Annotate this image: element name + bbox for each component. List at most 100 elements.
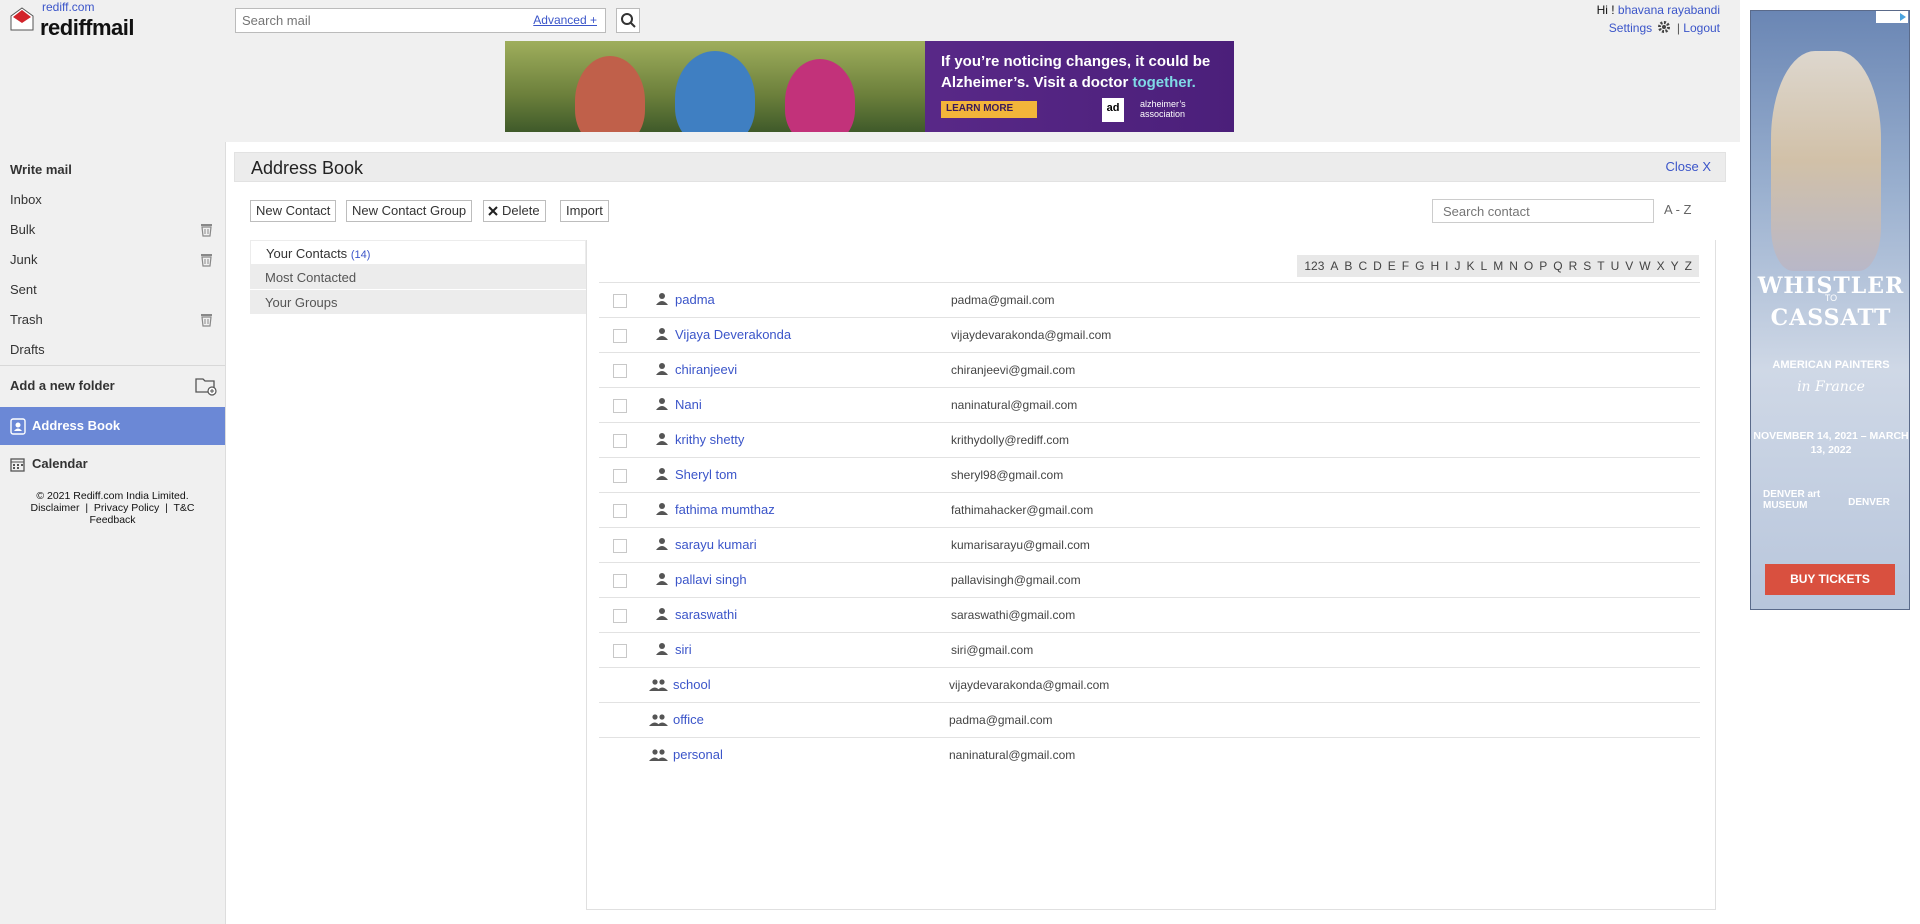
contact-row[interactable]: Nani naninatural@gmail.com bbox=[599, 387, 1700, 422]
alpha-filter-i[interactable]: I bbox=[1442, 259, 1451, 273]
contact-row[interactable]: Vijaya Deverakonda vijaydevarakonda@gmail… bbox=[599, 317, 1700, 352]
contact-row[interactable]: padma padma@gmail.com bbox=[599, 282, 1700, 317]
alpha-filter-l[interactable]: L bbox=[1478, 259, 1491, 273]
contact-name-link[interactable]: padma bbox=[675, 292, 715, 307]
search-button[interactable] bbox=[616, 8, 640, 33]
empty-junk-trash-icon[interactable] bbox=[200, 253, 213, 267]
contact-name-link[interactable]: saraswathi bbox=[675, 607, 737, 622]
alpha-filter-q[interactable]: Q bbox=[1550, 259, 1565, 273]
contact-checkbox[interactable] bbox=[613, 539, 627, 553]
contact-name-link[interactable]: Vijaya Deverakonda bbox=[675, 327, 791, 342]
alpha-filter-y[interactable]: Y bbox=[1668, 259, 1682, 273]
alpha-filter-e[interactable]: E bbox=[1385, 259, 1399, 273]
site-link[interactable]: rediff.com bbox=[42, 0, 94, 14]
side-skyscraper-ad[interactable]: WHISTLER TO CASSATT AMERICAN PAINTERS in… bbox=[1750, 10, 1910, 610]
rediff-logo-icon[interactable] bbox=[9, 6, 35, 32]
alpha-filter-t[interactable]: T bbox=[1594, 259, 1607, 273]
contact-checkbox[interactable] bbox=[613, 504, 627, 518]
alpha-filter-p[interactable]: P bbox=[1536, 259, 1550, 273]
top-banner-ad[interactable]: If you’re noticing changes, it could be … bbox=[505, 41, 1234, 132]
brand-logo-text[interactable]: rediffmail bbox=[40, 15, 135, 41]
alpha-filter-x[interactable]: X bbox=[1654, 259, 1668, 273]
contact-checkbox[interactable] bbox=[613, 364, 627, 378]
tc-link[interactable]: T&C bbox=[174, 502, 195, 514]
buy-tickets-button[interactable]: BUY TICKETS bbox=[1765, 564, 1895, 595]
tab-most-contacted[interactable]: Most Contacted bbox=[250, 265, 586, 290]
gear-icon[interactable] bbox=[1657, 20, 1671, 34]
delete-button[interactable]: Delete bbox=[483, 200, 546, 222]
alpha-filter-w[interactable]: W bbox=[1636, 259, 1653, 273]
sidebar-item-trash[interactable]: Trash bbox=[0, 305, 225, 335]
alpha-filter-f[interactable]: F bbox=[1399, 259, 1412, 273]
new-contact-button[interactable]: New Contact bbox=[250, 200, 337, 222]
sidebar-item-junk[interactable]: Junk bbox=[0, 245, 225, 275]
group-name-link[interactable]: school bbox=[673, 677, 711, 692]
contact-name-link[interactable]: pallavi singh bbox=[675, 572, 747, 587]
tab-your-contacts[interactable]: Your Contacts (14) bbox=[250, 240, 586, 265]
contact-row[interactable]: sarayu kumari kumarisarayu@gmail.com bbox=[599, 527, 1700, 562]
disclaimer-link[interactable]: Disclaimer bbox=[31, 502, 80, 514]
advanced-search-link[interactable]: Advanced + bbox=[533, 13, 597, 27]
contact-row[interactable]: pallavi singh pallavisingh@gmail.com bbox=[599, 562, 1700, 597]
contact-name-link[interactable]: krithy shetty bbox=[675, 432, 744, 447]
user-name-link[interactable]: bhavana rayabandi bbox=[1618, 3, 1720, 17]
logout-link[interactable]: Logout bbox=[1683, 21, 1720, 35]
contact-row[interactable]: fathima mumthaz fathimahacker@gmail.com bbox=[599, 492, 1700, 527]
contact-checkbox[interactable] bbox=[613, 294, 627, 308]
contact-checkbox[interactable] bbox=[613, 469, 627, 483]
alpha-filter-v[interactable]: V bbox=[1622, 259, 1636, 273]
contact-search-input[interactable] bbox=[1433, 200, 1653, 222]
contact-checkbox[interactable] bbox=[613, 609, 627, 623]
sidebar-item-calendar[interactable]: Calendar bbox=[0, 445, 225, 483]
contact-name-link[interactable]: siri bbox=[675, 642, 692, 657]
contact-name-link[interactable]: sarayu kumari bbox=[675, 537, 757, 552]
alpha-filter-j[interactable]: J bbox=[1452, 259, 1464, 273]
alpha-filter-h[interactable]: H bbox=[1427, 259, 1442, 273]
new-contact-group-button[interactable]: New Contact Group bbox=[346, 200, 473, 222]
mail-search-input[interactable] bbox=[236, 9, 526, 32]
contact-checkbox[interactable] bbox=[613, 434, 627, 448]
alpha-filter-b[interactable]: B bbox=[1341, 259, 1355, 273]
contact-row[interactable]: saraswathi saraswathi@gmail.com bbox=[599, 597, 1700, 632]
contact-checkbox[interactable] bbox=[613, 329, 627, 343]
privacy-policy-link[interactable]: Privacy Policy bbox=[94, 502, 159, 514]
sidebar-item-inbox[interactable]: Inbox bbox=[0, 185, 225, 215]
alpha-filter-g[interactable]: G bbox=[1412, 259, 1427, 273]
sidebar-item-write-mail[interactable]: Write mail bbox=[0, 155, 225, 185]
empty-bulk-trash-icon[interactable] bbox=[200, 223, 213, 237]
sort-az-toggle[interactable]: A - Z bbox=[1664, 202, 1691, 217]
alpha-filter-c[interactable]: C bbox=[1355, 259, 1370, 273]
alpha-filter-o[interactable]: O bbox=[1521, 259, 1536, 273]
sidebar-item-address-book[interactable]: Address Book bbox=[0, 407, 225, 445]
contact-name-link[interactable]: fathima mumthaz bbox=[675, 502, 775, 517]
contact-name-link[interactable]: chiranjeevi bbox=[675, 362, 737, 377]
contact-name-link[interactable]: Nani bbox=[675, 397, 702, 412]
alpha-filter-d[interactable]: D bbox=[1370, 259, 1385, 273]
group-name-link[interactable]: personal bbox=[673, 747, 723, 762]
alpha-filter-m[interactable]: M bbox=[1490, 259, 1506, 273]
contact-checkbox[interactable] bbox=[613, 644, 627, 658]
alpha-filter-s[interactable]: S bbox=[1580, 259, 1594, 273]
contact-name-link[interactable]: Sheryl tom bbox=[675, 467, 737, 482]
contact-checkbox[interactable] bbox=[613, 574, 627, 588]
group-row[interactable]: personal naninatural@gmail.com bbox=[599, 737, 1700, 772]
contact-row[interactable]: Sheryl tom sheryl98@gmail.com bbox=[599, 457, 1700, 492]
group-name-link[interactable]: office bbox=[673, 712, 704, 727]
sidebar-item-sent[interactable]: Sent bbox=[0, 275, 225, 305]
contact-row[interactable]: chiranjeevi chiranjeevi@gmail.com bbox=[599, 352, 1700, 387]
alpha-filter-u[interactable]: U bbox=[1608, 259, 1623, 273]
group-row[interactable]: school vijaydevarakonda@gmail.com bbox=[599, 667, 1700, 702]
alpha-filter-r[interactable]: R bbox=[1566, 259, 1581, 273]
alpha-filter-k[interactable]: K bbox=[1464, 259, 1478, 273]
sidebar-item-drafts[interactable]: Drafts bbox=[0, 335, 225, 365]
tab-your-groups[interactable]: Your Groups bbox=[250, 290, 586, 315]
sidebar-item-bulk[interactable]: Bulk bbox=[0, 215, 225, 245]
ad-learn-more-button[interactable]: LEARN MORE bbox=[941, 101, 1037, 118]
contact-row[interactable]: siri siri@gmail.com bbox=[599, 632, 1700, 667]
contact-row[interactable]: krithy shetty krithydolly@rediff.com bbox=[599, 422, 1700, 457]
feedback-link[interactable]: Feedback bbox=[89, 514, 135, 526]
import-button[interactable]: Import bbox=[560, 200, 609, 222]
contact-checkbox[interactable] bbox=[613, 399, 627, 413]
alpha-filter-n[interactable]: N bbox=[1506, 259, 1521, 273]
ad-choices-icon[interactable] bbox=[1876, 11, 1908, 23]
